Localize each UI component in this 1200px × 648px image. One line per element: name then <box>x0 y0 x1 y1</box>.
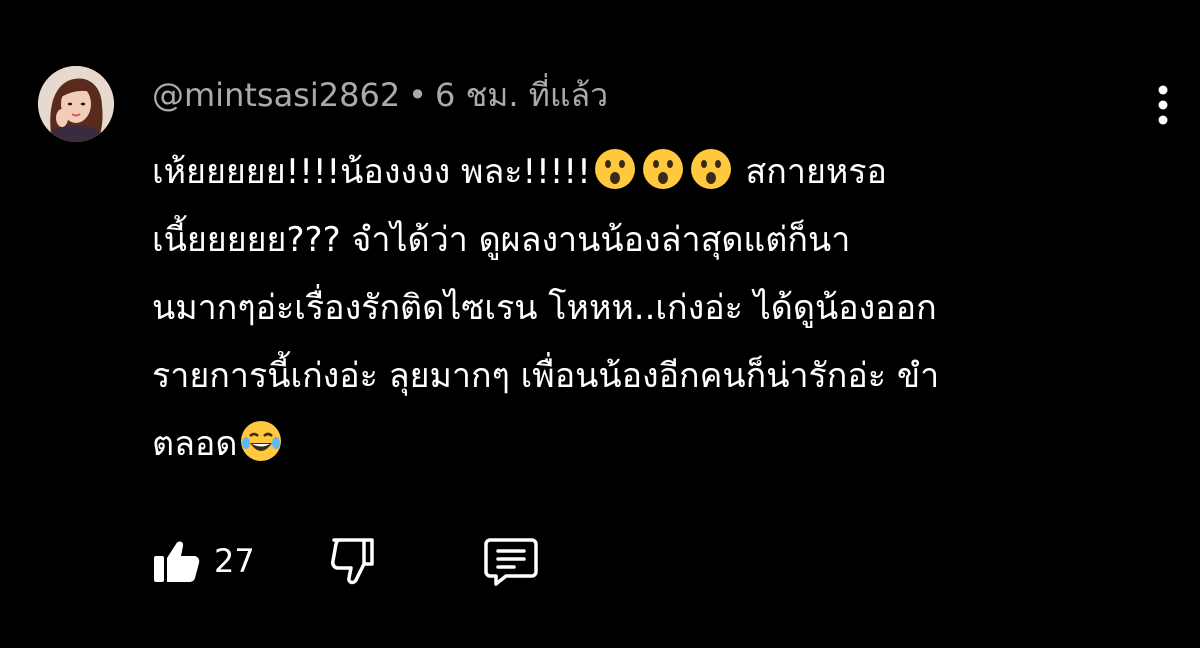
thumbs-up-icon <box>154 541 200 582</box>
author-name[interactable]: @mintsasi2862 <box>152 76 400 114</box>
comment-time[interactable]: 6 ชม. ที่แล้ว <box>435 76 608 114</box>
astonished-face-emoji <box>689 147 733 191</box>
astonished-face-emoji <box>641 147 685 191</box>
like-count: 27 <box>214 542 255 580</box>
more-options-button[interactable] <box>1148 82 1178 128</box>
comment-line: เห้ยยยยย!!!!น้องงงง พละ!!!!! สกายหรอ <box>152 138 1162 206</box>
comment-reply-icon <box>484 538 538 586</box>
avatar[interactable] <box>38 66 114 142</box>
more-vertical-icon <box>1158 85 1168 125</box>
comment-line: นมากๆอ่ะเรื่องรักติดไซเรน โหหห..เก่งอ่ะ … <box>152 288 937 328</box>
comment-text: เห้ยยยยย!!!!น้องงงง พละ!!!!! <box>152 152 591 192</box>
astonished-face-emoji <box>593 147 637 191</box>
comment-line: เนี้ยยยยย??? จำได้ว่า ดูผลงานน้องล่าสุดแ… <box>152 220 851 260</box>
tears-of-joy-face-emoji <box>239 419 283 463</box>
reply-button[interactable] <box>482 534 540 588</box>
comment-line: ตลอด <box>152 410 1162 478</box>
comment-line: รายการนี้เก่งอ่ะ ลุยมากๆ เพื่อนน้องอีกคน… <box>152 356 940 396</box>
thumbs-down-icon <box>331 538 374 585</box>
comment-meta: @mintsasi2862 • 6 ชม. ที่แล้ว <box>152 74 608 116</box>
like-button[interactable] <box>150 534 204 588</box>
comment-item: @mintsasi2862 • 6 ชม. ที่แล้ว เห้ยยยยย!!!!… <box>0 0 1200 648</box>
comment-text: สกายหรอ <box>734 152 887 192</box>
dislike-button[interactable] <box>326 534 380 588</box>
comment-text: ตลอด <box>152 424 238 464</box>
meta-separator: • <box>408 76 428 114</box>
comment-body: เห้ยยยยย!!!!น้องงงง พละ!!!!! สกายหรอ เนี… <box>152 138 1162 478</box>
